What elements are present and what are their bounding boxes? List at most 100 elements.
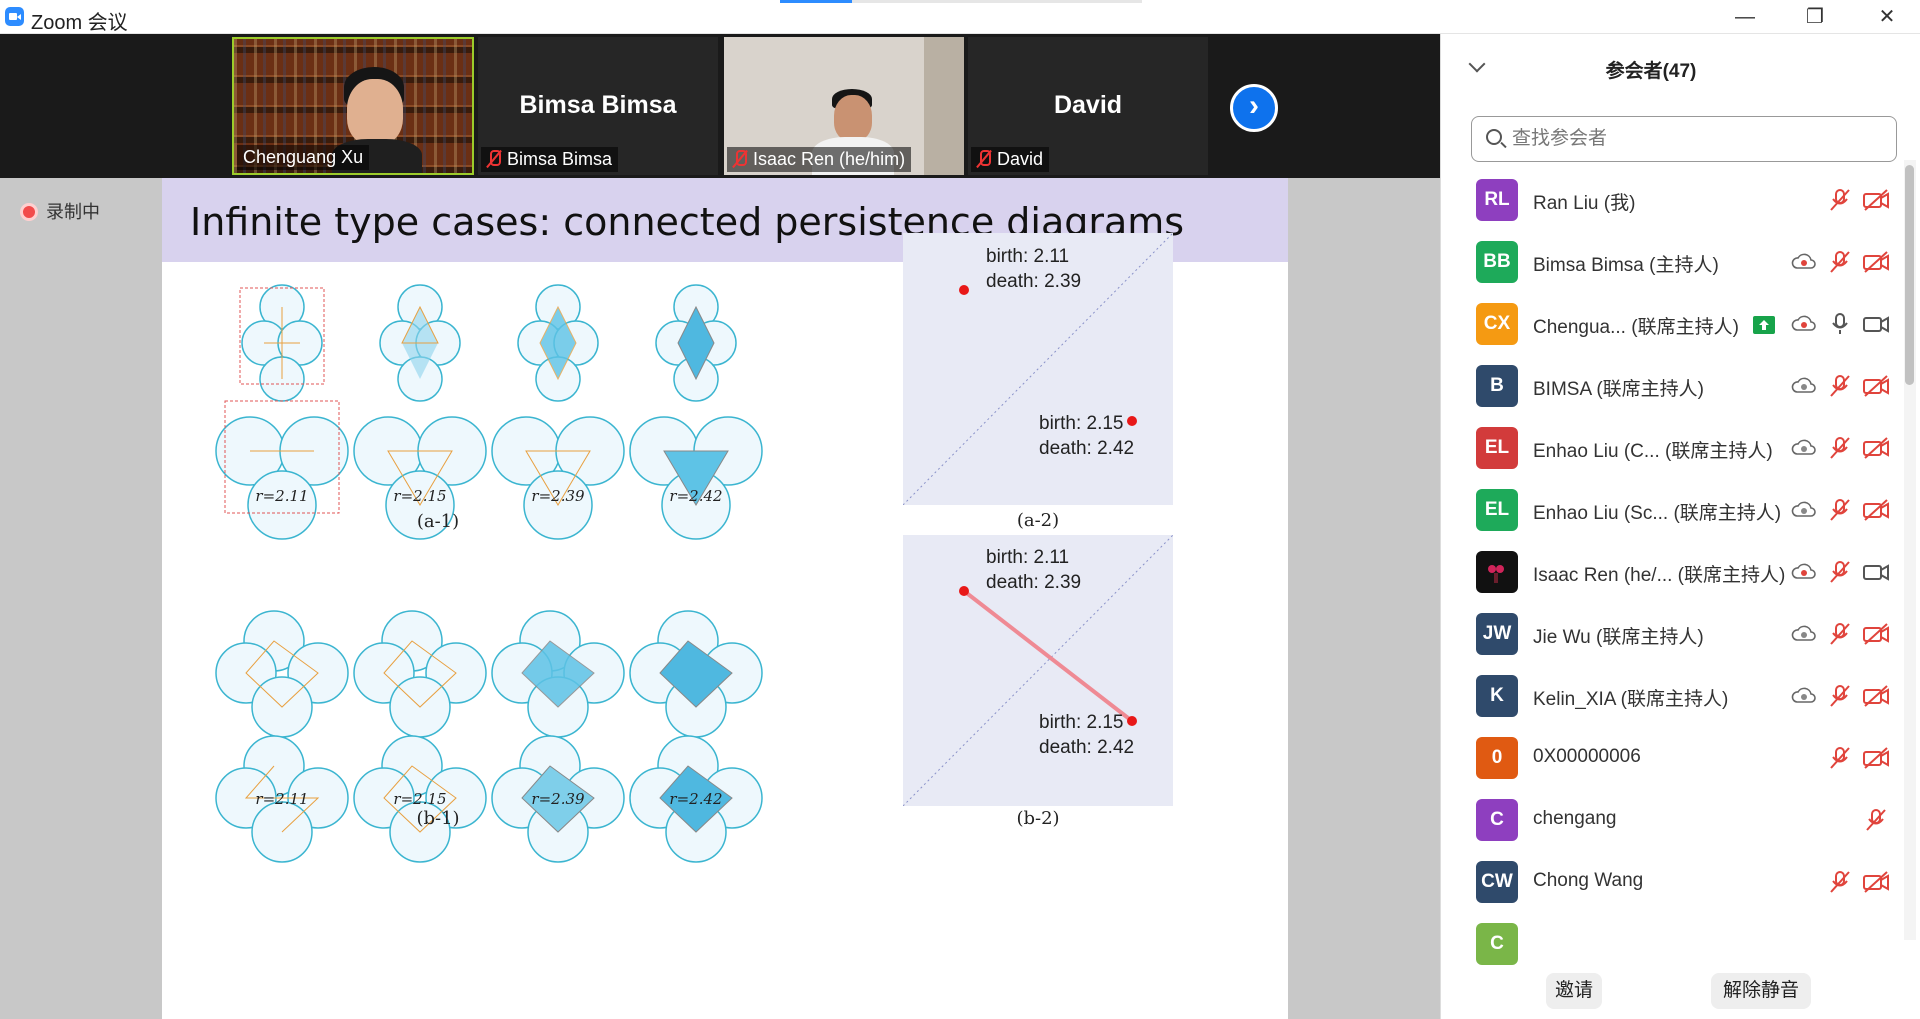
pd-b2-point1-label: birth: 2.11 death: 2.39 (986, 547, 1082, 593)
participant-name: Chengua... (联席主持人) (1533, 317, 1739, 338)
video-icon[interactable] (1861, 559, 1891, 585)
video-off-icon[interactable] (1861, 745, 1891, 771)
recording-indicator[interactable]: 录制中 (20, 198, 100, 224)
radius-label: r=2.11 (255, 487, 309, 505)
video-tile-bimsa[interactable]: Bimsa Bimsa Bimsa Bimsa (478, 37, 718, 175)
minimize-button[interactable]: — (1716, 2, 1774, 32)
participant-row[interactable]: EL Enhao Liu (C... (联席主持人) (1441, 417, 1911, 479)
participant-name: Jie Wu (联席主持人) (1533, 627, 1704, 648)
participant-name: 0X00000006 (1533, 746, 1641, 767)
filtration-figure (215, 284, 763, 863)
participant-row[interactable]: JW Jie Wu (联席主持人) (1441, 603, 1911, 665)
avatar-image-icon (1488, 565, 1504, 583)
participant-row[interactable]: K Kelin_XIA (联席主持人) (1441, 665, 1911, 727)
video-icon[interactable] (1861, 311, 1891, 337)
shared-screen-area: 录制中 Infinite type cases: connected persi… (0, 178, 1440, 1019)
cloud-record-icon (1791, 563, 1816, 579)
view-indicator[interactable] (852, 0, 1142, 3)
radius-label: r=2.11 (255, 790, 309, 808)
avatar: B (1476, 365, 1518, 407)
search-input[interactable] (1512, 125, 1882, 153)
mic-muted-icon[interactable] (1827, 435, 1853, 461)
video-tile-chenguang[interactable]: Chenguang Xu (232, 37, 474, 175)
tile-name-label: David (997, 149, 1044, 169)
mic-muted-icon[interactable] (1827, 683, 1853, 709)
tile-name-label: Bimsa Bimsa (507, 149, 613, 169)
mic-muted-icon[interactable] (1827, 249, 1853, 275)
radius-label: r=2.42 (669, 790, 723, 808)
pd-b2-point2-label: birth: 2.15 death: 2.42 (1039, 712, 1135, 758)
mic-muted-icon[interactable] (1827, 497, 1853, 523)
person-face (347, 79, 403, 145)
caption-b1: (b-1) (416, 808, 460, 829)
video-off-icon[interactable] (1861, 249, 1891, 275)
cloud-record-icon (1791, 253, 1816, 269)
video-off-icon[interactable] (1861, 683, 1891, 709)
mic-muted-icon (487, 150, 501, 168)
mic-muted-icon[interactable] (1827, 745, 1853, 771)
caption-b2: (b-2) (1016, 808, 1060, 829)
cloud-record-icon (1791, 687, 1816, 703)
participant-row[interactable]: EL Enhao Liu (Sc... (联席主持人) (1441, 479, 1911, 541)
video-off-icon[interactable] (1861, 435, 1891, 461)
video-off-icon[interactable] (1861, 869, 1891, 895)
complex-a1-2 (379, 284, 461, 402)
participant-row[interactable]: CW Chong Wang (1441, 851, 1911, 913)
caption-a1: (a-1) (416, 511, 460, 532)
participants-panel: 参会者(47) RL Ran Liu (我) BB Bimsa Bimsa (主… (1440, 34, 1920, 1019)
mic-muted-icon[interactable] (1827, 559, 1853, 585)
participant-name: Enhao Liu (Sc... (联席主持人) (1533, 503, 1782, 524)
complex-b1-1 (215, 610, 349, 738)
participant-row[interactable]: B BIMSA (联席主持人) (1441, 355, 1911, 417)
video-tile-isaac[interactable]: Isaac Ren (he/him) (724, 37, 964, 175)
participant-search[interactable] (1471, 116, 1897, 162)
cloud-record-icon (1791, 439, 1816, 455)
cloud-record-icon (1791, 501, 1816, 517)
participant-list: RL Ran Liu (我) BB Bimsa Bimsa (主持人) CX C… (1441, 169, 1911, 974)
mic-muted-icon[interactable] (1863, 807, 1889, 833)
participant-row[interactable]: 0 0X00000006 (1441, 727, 1911, 789)
screen-share-icon (1753, 316, 1775, 334)
mic-icon[interactable] (1827, 311, 1853, 337)
next-page-button[interactable]: › (1230, 84, 1278, 132)
participant-row[interactable]: C chengang (1441, 789, 1911, 851)
participant-row[interactable]: RL Ran Liu (我) (1441, 169, 1911, 231)
restore-button[interactable]: ❐ (1786, 2, 1844, 32)
unmute-all-button[interactable]: 解除静音 (1711, 973, 1811, 1009)
video-tile-david[interactable]: David David (968, 37, 1208, 175)
complex-a1-8 (629, 416, 763, 540)
mic-muted-icon[interactable] (1827, 621, 1853, 647)
radius-label: r=2.15 (393, 790, 447, 808)
participant-row[interactable]: CX Chengua... (联席主持人) (1441, 293, 1911, 355)
invite-button[interactable]: 邀请 (1546, 973, 1602, 1009)
complex-a1-4 (655, 284, 737, 402)
window-title: Zoom 会议 (31, 12, 128, 34)
participant-name: Isaac Ren (he/... (联席主持人) (1533, 565, 1786, 586)
mic-muted-icon[interactable] (1827, 187, 1853, 213)
avatar: JW (1476, 613, 1518, 655)
video-off-icon[interactable] (1861, 621, 1891, 647)
video-off-icon[interactable] (1861, 187, 1891, 213)
participant-row[interactable]: BB Bimsa Bimsa (主持人) (1441, 231, 1911, 293)
pd-a2-point1-label: birth: 2.11 death: 2.39 (986, 246, 1082, 292)
cloud-record-icon (1791, 377, 1816, 393)
slide: Infinite type cases: connected persisten… (162, 178, 1288, 1019)
complex-b1-3 (491, 610, 625, 738)
view-indicator-active[interactable] (780, 0, 852, 3)
avatar: BB (1476, 241, 1518, 283)
participant-name: Enhao Liu (C... (联席主持人) (1533, 441, 1773, 462)
mic-muted-icon[interactable] (1827, 869, 1853, 895)
participant-name: Chong Wang (1533, 870, 1644, 891)
participant-name: BIMSA (联席主持人) (1533, 379, 1705, 400)
complex-a1-7 (491, 416, 625, 540)
avatar: K (1476, 675, 1518, 717)
person-face (834, 95, 872, 141)
video-off-icon[interactable] (1861, 497, 1891, 523)
scrollbar-thumb[interactable] (1905, 165, 1914, 385)
participant-name: Bimsa Bimsa (主持人) (1533, 255, 1719, 276)
persistence-diagram-a2: birth: 2.11 death: 2.39 birth: 2.15 deat… (903, 233, 1173, 505)
close-button[interactable]: ✕ (1858, 2, 1916, 32)
video-off-icon[interactable] (1861, 373, 1891, 399)
mic-muted-icon[interactable] (1827, 373, 1853, 399)
participant-row[interactable]: Isaac Ren (he/... (联席主持人) (1441, 541, 1911, 603)
